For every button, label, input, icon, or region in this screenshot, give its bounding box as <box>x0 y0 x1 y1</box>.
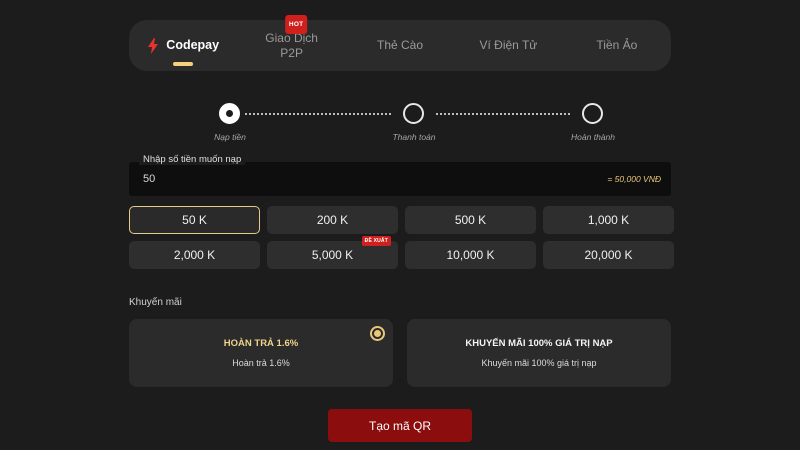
tab-p2p[interactable]: HOT Giao Dịch P2P <box>237 15 345 71</box>
amount-field[interactable]: = 50,000 VNĐ <box>129 162 671 196</box>
tab-crypto[interactable]: Tiền Ảo <box>563 20 671 71</box>
tab-scratch-card[interactable]: Thẻ Cào <box>346 20 454 71</box>
preset-500k[interactable]: 500 K <box>405 206 536 234</box>
step-3-label: Hoàn thành <box>571 132 615 142</box>
preset-label: 5,000 K <box>311 248 354 262</box>
promo-desc: Hoàn trả 1.6% <box>232 358 290 368</box>
amount-conversion: = 50,000 VNĐ <box>607 174 661 184</box>
tab-label: Tiền Ảo <box>596 38 638 52</box>
recommended-badge: ĐỀ XUẤT <box>361 236 391 246</box>
hot-badge: HOT <box>284 15 308 34</box>
tab-label: Thẻ Cào <box>377 38 424 52</box>
promo-cashback-card[interactable]: HOÀN TRẢ 1.6% Hoàn trả 1.6% <box>129 319 393 387</box>
step-connector-2 <box>436 113 570 115</box>
promo-desc: Khuyến mãi 100% giá trị nạp <box>481 358 597 368</box>
step-connector-1 <box>245 113 391 115</box>
preset-50k[interactable]: 50 K <box>129 206 260 234</box>
preset-amount-grid: 50 K 200 K 500 K 1,000 K 2,000 K 5,000 K… <box>129 206 674 269</box>
step-2-label: Thanh toán <box>392 132 436 142</box>
tab-label-line2: P2P <box>280 45 303 60</box>
promo-name: HOÀN TRẢ 1.6% <box>223 338 299 349</box>
tab-label-group: Giao Dịch P2P <box>265 31 318 61</box>
step-2-circle <box>403 103 424 124</box>
amount-input[interactable] <box>143 173 343 185</box>
promotions-heading: Khuyến mãi <box>129 297 182 308</box>
tab-codepay[interactable]: Codepay <box>129 20 237 71</box>
preset-2000k[interactable]: 2,000 K <box>129 241 260 269</box>
payment-method-tabs: Codepay HOT Giao Dịch P2P Thẻ Cào Ví Điệ… <box>129 15 671 71</box>
create-qr-button[interactable]: Tạo mã QR <box>328 409 472 442</box>
selected-radio-icon <box>370 326 385 341</box>
progress-stepper: Nạp tiền Thanh toán Hoàn thành <box>130 100 670 145</box>
step-1-circle <box>219 103 240 124</box>
amount-label: Nhập số tiền muốn nạp <box>139 154 246 165</box>
preset-200k[interactable]: 200 K <box>267 206 398 234</box>
active-tab-indicator <box>173 62 194 66</box>
preset-10000k[interactable]: 10,000 K <box>405 241 536 269</box>
preset-20000k[interactable]: 20,000 K <box>543 241 674 269</box>
lightning-icon <box>147 37 159 54</box>
promo-name: KHUYẾN MÃI 100% GIÁ TRỊ NẠP <box>465 338 613 349</box>
preset-1000k[interactable]: 1,000 K <box>543 206 674 234</box>
step-3-circle <box>582 103 603 124</box>
promo-100-percent-card[interactable]: KHUYẾN MÃI 100% GIÁ TRỊ NẠP Khuyến mãi 1… <box>407 319 671 387</box>
preset-5000k[interactable]: 5,000 K ĐỀ XUẤT <box>267 236 398 269</box>
tab-e-wallet[interactable]: Ví Điện Tử <box>454 20 562 71</box>
tab-label: Codepay <box>166 38 220 52</box>
tab-label: Ví Điện Tử <box>479 38 538 52</box>
step-1-label: Nạp tiền <box>214 132 246 142</box>
